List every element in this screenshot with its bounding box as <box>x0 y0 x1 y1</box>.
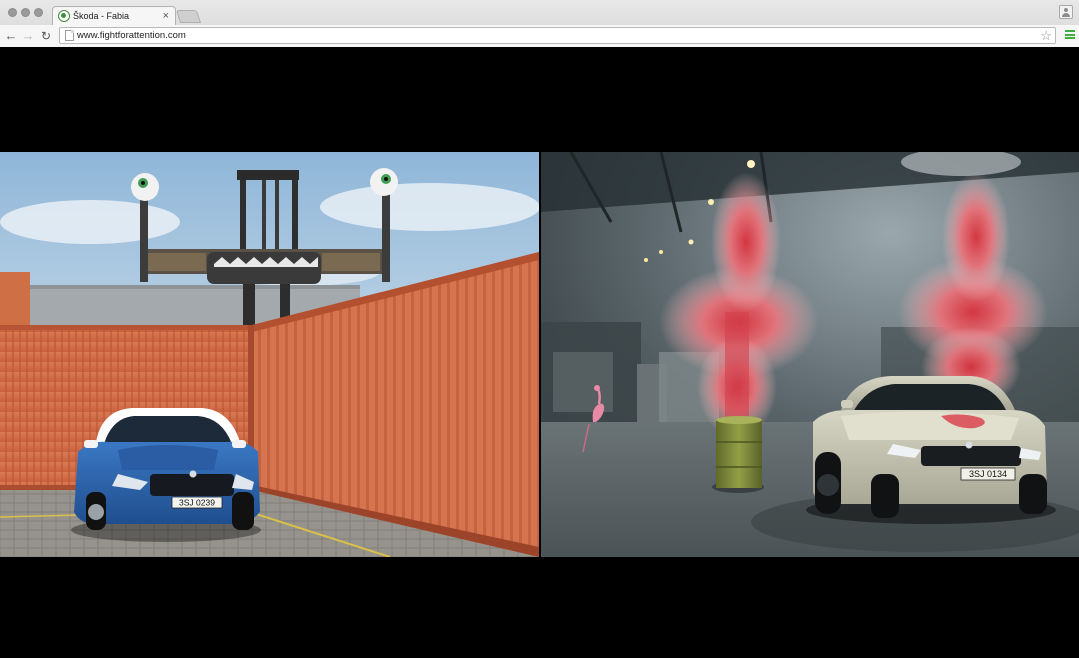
video-viewport: 3SJ 0239 3SJ 0134 <box>0 47 1079 658</box>
reload-icon[interactable]: ↻ <box>39 28 53 44</box>
tab-skoda-fabia[interactable]: Škoda - Fabia × <box>52 6 176 26</box>
container-yard-scene: 3SJ 0239 <box>0 152 539 557</box>
page-icon <box>65 30 74 41</box>
address-bar[interactable]: www.fightforattention.com ☆ <box>59 27 1056 44</box>
url-text[interactable]: www.fightforattention.com <box>77 30 186 41</box>
tab-title: Škoda - Fabia <box>73 11 130 21</box>
new-tab-button[interactable] <box>175 10 202 23</box>
tab-close-icon[interactable]: × <box>163 9 169 23</box>
tab-strip: Škoda - Fabia × <box>0 0 1079 26</box>
skoda-favicon-icon <box>58 10 70 22</box>
back-arrow-icon[interactable]: ← <box>4 28 18 44</box>
profile-icon[interactable] <box>1059 5 1073 19</box>
forward-arrow-icon[interactable]: → <box>21 28 35 44</box>
video-panel-container-yard[interactable]: 3SJ 0239 <box>0 152 539 557</box>
bookmark-star-icon[interactable]: ☆ <box>1040 28 1052 43</box>
green-barrel <box>712 416 764 493</box>
close-window-button[interactable] <box>8 8 17 17</box>
left-license-plate: 3SJ 0239 <box>179 498 215 508</box>
right-license-plate: 3SJ 0134 <box>969 469 1007 479</box>
browser-chrome: Škoda - Fabia × ← → ↻ www.fightforattent… <box>0 0 1079 47</box>
video-panel-warehouse[interactable]: 3SJ 0134 <box>541 152 1079 557</box>
minimize-window-button[interactable] <box>21 8 30 17</box>
browser-toolbar: ← → ↻ www.fightforattention.com ☆ <box>0 25 1079 47</box>
hamburger-menu-icon[interactable] <box>1065 30 1075 39</box>
maximize-window-button[interactable] <box>34 8 43 17</box>
warehouse-paint-scene: 3SJ 0134 <box>541 152 1079 557</box>
